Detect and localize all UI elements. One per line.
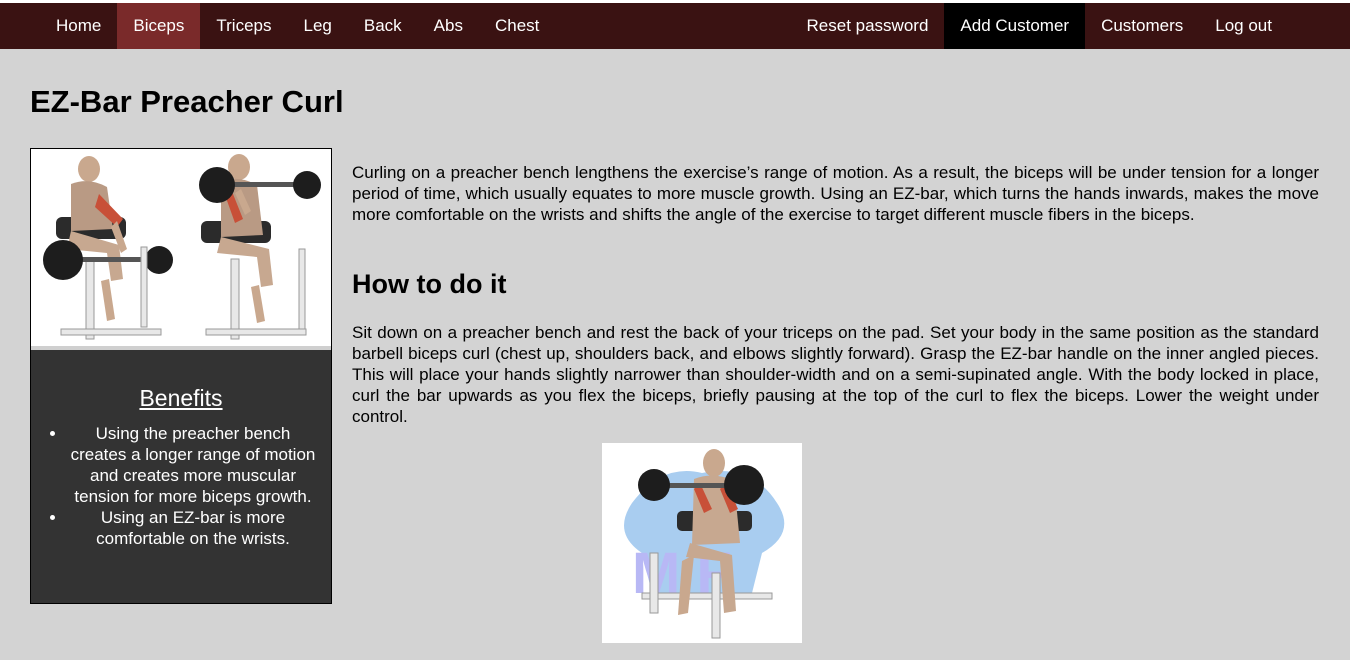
intro-paragraph: Curling on a preacher bench lengthens th… xyxy=(352,163,1319,224)
nav-reset-password[interactable]: Reset password xyxy=(791,3,945,49)
nav-left-group: Home Biceps Triceps Leg Back Abs Chest xyxy=(40,3,555,49)
main-navbar: Home Biceps Triceps Leg Back Abs Chest R… xyxy=(0,3,1350,49)
benefit-item: Using the preacher bench creates a longe… xyxy=(67,423,319,507)
nav-back[interactable]: Back xyxy=(348,3,418,49)
nav-log-out[interactable]: Log out xyxy=(1199,3,1288,49)
nav-biceps[interactable]: Biceps xyxy=(117,3,201,49)
benefits-title: Benefits xyxy=(139,385,223,411)
preacher-curl-demo-svg: M F xyxy=(624,449,785,639)
benefits-card: Benefits Using the preacher bench create… xyxy=(30,148,332,604)
nav-triceps[interactable]: Triceps xyxy=(200,3,287,49)
nav-customers[interactable]: Customers xyxy=(1085,3,1199,49)
nav-home[interactable]: Home xyxy=(40,3,117,49)
page-title: EZ-Bar Preacher Curl xyxy=(30,84,344,119)
nav-leg[interactable]: Leg xyxy=(288,3,348,49)
nav-right-group: Reset password Add Customer Customers Lo… xyxy=(791,3,1288,49)
figure-left xyxy=(43,156,173,340)
nav-add-customer[interactable]: Add Customer xyxy=(944,3,1086,49)
preacher-curl-demo-image: M F xyxy=(602,443,802,643)
figure-right xyxy=(199,154,321,340)
benefits-list: Using the preacher bench creates a longe… xyxy=(67,423,319,549)
benefit-item: Using an EZ-bar is more comfortable on t… xyxy=(67,507,319,549)
howto-paragraph: Sit down on a preacher bench and rest th… xyxy=(352,323,1319,426)
howto-heading: How to do it xyxy=(352,269,507,299)
nav-abs[interactable]: Abs xyxy=(418,3,479,49)
preacher-curl-illustration-svg xyxy=(43,154,321,340)
preacher-curl-illustration xyxy=(31,149,331,350)
nav-chest[interactable]: Chest xyxy=(479,3,555,49)
